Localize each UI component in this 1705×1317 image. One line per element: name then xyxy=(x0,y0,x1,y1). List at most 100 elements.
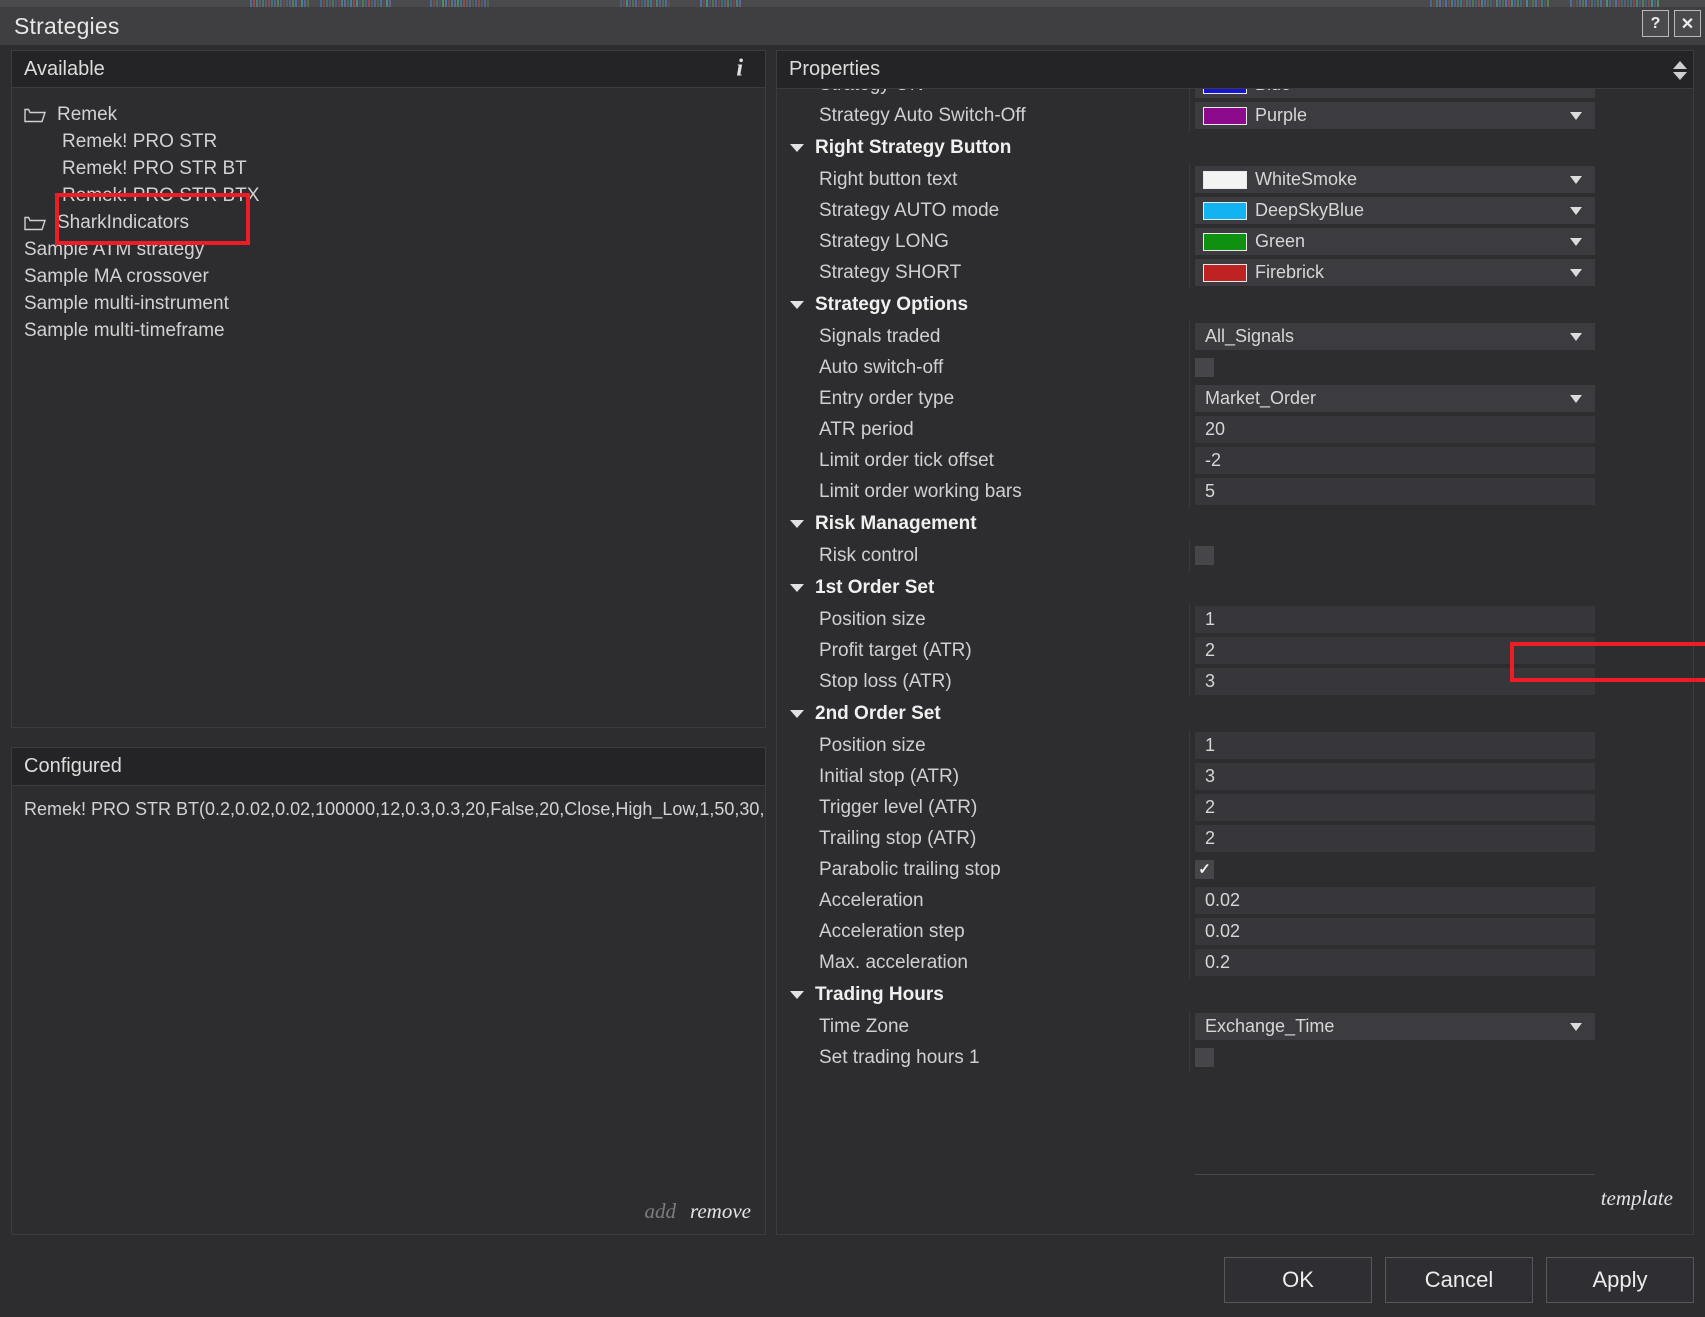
cancel-button[interactable]: Cancel xyxy=(1385,1257,1533,1303)
property-section-right-strategy-button[interactable]: Right Strategy Button xyxy=(777,131,1693,164)
configured-item[interactable]: Remek! PRO STR BT(0.2,0.02,0.02,100000,1… xyxy=(12,794,765,824)
ok-button[interactable]: OK xyxy=(1224,1257,1372,1303)
spinner-up-icon[interactable] xyxy=(1673,61,1687,69)
property-row-signals-traded[interactable]: Signals traded All_Signals xyxy=(777,321,1693,352)
property-row-limit-order-working-bars[interactable]: Limit order working bars 5 xyxy=(777,476,1693,507)
remove-link[interactable]: remove xyxy=(690,1199,751,1224)
property-value-position-size[interactable]: 1 xyxy=(1195,732,1595,759)
property-row-profit-target-atr[interactable]: Profit target (ATR) 2 xyxy=(777,635,1693,666)
tree-item-remek-pro-str[interactable]: Remek! PRO STR xyxy=(12,128,765,155)
property-row-strategy-auto-mode[interactable]: Strategy AUTO mode DeepSkyBlue xyxy=(777,195,1693,226)
property-value-right-button-text[interactable]: WhiteSmoke xyxy=(1195,166,1595,193)
property-value-max-acceleration[interactable]: 0.2 xyxy=(1195,949,1595,976)
property-row-entry-order-type[interactable]: Entry order type Market_Order xyxy=(777,383,1693,414)
property-checkbox-risk-control[interactable] xyxy=(1195,546,1214,565)
chevron-down-icon[interactable] xyxy=(1570,395,1582,403)
property-row-risk-control[interactable]: Risk control xyxy=(777,540,1693,571)
property-value-initial-stop-atr[interactable]: 3 xyxy=(1195,763,1595,790)
property-row-initial-stop-atr[interactable]: Initial stop (ATR) 3 xyxy=(777,761,1693,792)
property-checkbox-parabolic-trailing-stop[interactable]: ✓ xyxy=(1195,860,1214,879)
chevron-down-icon[interactable] xyxy=(790,301,804,309)
properties-scroll-area[interactable]: Strategy ON Blue Strategy Auto Switch-Off P… xyxy=(777,89,1693,1133)
chevron-down-icon[interactable] xyxy=(790,710,804,718)
property-value-strategy-on[interactable]: Blue xyxy=(1195,89,1595,98)
property-row-strategy-on[interactable]: Strategy ON Blue xyxy=(777,89,1693,100)
property-value-entry-order-type[interactable]: Market_Order xyxy=(1195,385,1595,412)
chevron-down-icon[interactable] xyxy=(1570,333,1582,341)
chevron-down-icon[interactable] xyxy=(1570,112,1582,120)
property-value-limit-order-tick-offset[interactable]: -2 xyxy=(1195,447,1595,474)
tree-item-sharkindicators[interactable]: SharkIndicators xyxy=(12,209,765,236)
property-checkbox-set-trading-hours-1[interactable] xyxy=(1195,1048,1214,1067)
property-section-risk-management[interactable]: Risk Management xyxy=(777,507,1693,540)
chevron-down-icon[interactable] xyxy=(790,144,804,152)
property-section-trading-hours[interactable]: Trading Hours xyxy=(777,978,1693,1011)
property-value-strategy-auto-mode[interactable]: DeepSkyBlue xyxy=(1195,197,1595,224)
property-row-acceleration-step[interactable]: Acceleration step 0.02 xyxy=(777,916,1693,947)
property-value-profit-target-atr[interactable]: 2 xyxy=(1195,637,1595,664)
property-value-strategy-auto-switch-off[interactable]: Purple xyxy=(1195,102,1595,129)
property-row-right-button-text[interactable]: Right button text WhiteSmoke xyxy=(777,164,1693,195)
properties-spinner[interactable] xyxy=(1669,52,1691,88)
property-value-signals-traded[interactable]: All_Signals xyxy=(1195,323,1595,350)
info-icon[interactable]: i xyxy=(736,56,743,83)
property-row-stop-loss-atr[interactable]: Stop loss (ATR) 3 xyxy=(777,666,1693,697)
property-value-stop-loss-atr[interactable]: 3 xyxy=(1195,668,1595,695)
chevron-down-icon[interactable] xyxy=(1570,176,1582,184)
close-button[interactable]: ✕ xyxy=(1674,10,1701,37)
property-value-text: Firebrick xyxy=(1255,262,1324,283)
add-link[interactable]: add xyxy=(644,1199,676,1224)
tree-item-remek-pro-str-btx[interactable]: Remek! PRO STR BTX xyxy=(12,182,765,209)
tree-item-sample-atm-strategy[interactable]: Sample ATM strategy xyxy=(12,236,765,263)
property-value-acceleration[interactable]: 0.02 xyxy=(1195,887,1595,914)
property-section-2nd-order-set[interactable]: 2nd Order Set xyxy=(777,697,1693,730)
property-row-trigger-level-atr[interactable]: Trigger level (ATR) 2 xyxy=(777,792,1693,823)
tree-item-sample-multi-timeframe[interactable]: Sample multi-timeframe xyxy=(12,317,765,344)
property-row-position-size[interactable]: Position size 1 xyxy=(777,730,1693,761)
tree-item-remek-pro-str-bt[interactable]: Remek! PRO STR BT xyxy=(12,155,765,182)
property-value-strategy-short[interactable]: Firebrick xyxy=(1195,259,1595,286)
property-value-trigger-level-atr[interactable]: 2 xyxy=(1195,794,1595,821)
property-checkbox-auto-switch-off[interactable] xyxy=(1195,358,1214,377)
chevron-down-icon[interactable] xyxy=(1570,207,1582,215)
property-value-time-zone[interactable]: Exchange_Time xyxy=(1195,1013,1595,1040)
property-value-strategy-long[interactable]: Green xyxy=(1195,228,1595,255)
property-section-strategy-options[interactable]: Strategy Options xyxy=(777,288,1693,321)
property-row-trailing-stop-atr[interactable]: Trailing stop (ATR) 2 xyxy=(777,823,1693,854)
property-row-auto-switch-off[interactable]: Auto switch-off xyxy=(777,352,1693,383)
property-row-acceleration[interactable]: Acceleration 0.02 xyxy=(777,885,1693,916)
property-row-strategy-short[interactable]: Strategy SHORT Firebrick xyxy=(777,257,1693,288)
property-section-1st-order-set[interactable]: 1st Order Set xyxy=(777,571,1693,604)
chevron-down-icon[interactable] xyxy=(790,991,804,999)
available-strategies-list[interactable]: Remek Remek! PRO STR Remek! PRO STR BT Reme… xyxy=(11,88,766,728)
property-value-acceleration-step[interactable]: 0.02 xyxy=(1195,918,1595,945)
chevron-down-icon[interactable] xyxy=(790,520,804,528)
tree-item-sample-ma-crossover[interactable]: Sample MA crossover xyxy=(12,263,765,290)
property-value-limit-order-working-bars[interactable]: 5 xyxy=(1195,478,1595,505)
chevron-down-icon[interactable] xyxy=(1570,269,1582,277)
tree-item-sample-multi-instrument[interactable]: Sample multi-instrument xyxy=(12,290,765,317)
property-value-atr-period[interactable]: 20 xyxy=(1195,416,1595,443)
chevron-down-icon[interactable] xyxy=(790,584,804,592)
property-value-position-size[interactable]: 1 xyxy=(1195,606,1595,633)
property-value-trailing-stop-atr[interactable]: 2 xyxy=(1195,825,1595,852)
help-button[interactable]: ? xyxy=(1642,10,1669,37)
properties-rows: Strategy ONBlueStrategy Auto Switch-OffP… xyxy=(777,89,1693,1073)
property-row-strategy-long[interactable]: Strategy LONG Green xyxy=(777,226,1693,257)
configured-strategies-list[interactable]: Remek! PRO STR BT(0.2,0.02,0.02,100000,1… xyxy=(12,786,765,824)
property-row-parabolic-trailing-stop[interactable]: Parabolic trailing stop ✓ xyxy=(777,854,1693,885)
spinner-down-icon[interactable] xyxy=(1673,72,1687,80)
property-row-set-trading-hours-1[interactable]: Set trading hours 1 xyxy=(777,1042,1693,1073)
property-value-text: 2 xyxy=(1205,828,1215,849)
property-row-position-size[interactable]: Position size 1 xyxy=(777,604,1693,635)
property-row-strategy-auto-switch-off[interactable]: Strategy Auto Switch-Off Purple xyxy=(777,100,1693,131)
property-row-time-zone[interactable]: Time Zone Exchange_Time xyxy=(777,1011,1693,1042)
chevron-down-icon[interactable] xyxy=(1570,1023,1582,1031)
chevron-down-icon[interactable] xyxy=(1570,238,1582,246)
property-row-atr-period[interactable]: ATR period 20 xyxy=(777,414,1693,445)
property-row-limit-order-tick-offset[interactable]: Limit order tick offset -2 xyxy=(777,445,1693,476)
apply-button[interactable]: Apply xyxy=(1546,1257,1694,1303)
template-link[interactable]: template xyxy=(1601,1186,1673,1211)
tree-item-remek[interactable]: Remek xyxy=(12,101,765,128)
property-row-max-acceleration[interactable]: Max. acceleration 0.2 xyxy=(777,947,1693,978)
